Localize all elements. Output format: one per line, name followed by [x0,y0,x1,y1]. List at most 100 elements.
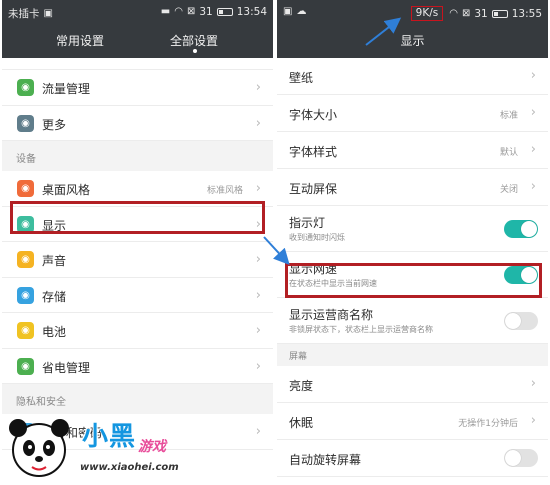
display-settings-list: 壁纸 › 字体大小 标准 › 字体样式 默认 › 互动屏保 关闭 › 指示灯 收到通知时闪烁 显示网… [277,58,548,477]
display-setting-label: 壁纸 [289,71,314,85]
right-screen: ▣ ☁ 9K/s ◠ ⊠ 31 13:55 显示 壁纸 › 字体大小 标准 › 字体样式 默… [277,0,548,485]
settings-row-value: 标准风格 [206,186,243,196]
indicator-light-label: 指示灯 [289,216,326,230]
settings-row-label: 显示 [42,218,67,233]
gallery-icon: ▣ [283,6,293,17]
chevron-right-icon: › [255,424,261,439]
settings-row[interactable]: ◉ 电池 › [2,313,273,349]
settings-row[interactable]: ◉ 声音 › [2,242,273,278]
settings-row[interactable]: ◉ 更多 › [2,105,273,141]
panda-logo-icon [9,419,69,477]
settings-row-label: 电池 [42,325,67,339]
display-setting-row[interactable]: 互动屏保 关闭 › [277,169,548,206]
wifi-icon: ◠ [449,7,458,19]
signal-text: 31 [199,6,213,18]
display-setting-label: 字体样式 [289,145,338,159]
netspeed-indicator: 9K/s [410,6,444,21]
storage-icon: ◉ [17,286,34,304]
display-setting-label: 休眠 [289,416,314,430]
active-tab-indicator [193,49,197,53]
section-privacy-label: 隐私和安全 [16,397,66,408]
tab-all-settings[interactable]: 全部设置 [170,32,218,49]
watermark-brand: 小黑 [82,422,137,452]
indicator-light-toggle[interactable] [504,220,538,238]
display-setting-row[interactable]: 字体大小 标准 › [277,95,548,132]
display-setting-label: 亮度 [289,379,314,393]
display-setting-row[interactable]: 壁纸 › [277,58,548,95]
sound-icon: ◉ [17,251,34,268]
display-setting-row[interactable]: 字体样式 默认 › [277,132,548,169]
chevron-right-icon: › [255,287,261,303]
watermark-sub: 游戏 [138,439,166,455]
chevron-right-icon: › [255,358,261,374]
clock: 13:54 [236,6,267,18]
display-setting-row[interactable]: 亮度 › [277,366,548,403]
display-icon: ◉ [17,215,34,233]
settings-row[interactable]: ◉ 桌面风格 标准风格 › [2,171,273,207]
auto-rotate-toggle[interactable] [504,449,538,467]
settings-row-label: 存储 [42,289,67,304]
auto-rotate-row[interactable]: 自动旋转屏幕 [277,440,548,477]
left-settings-list: ◉ 流量管理 › ◉ 更多 › 设备 ◉ 桌面风格 标准风格 › ◉ 显示 › ◉ 声音 › ◉ 存储 › ◉ 电池 › ◉ 省… [2,58,273,450]
show-netspeed-label: 显示网速 [289,262,338,276]
chevron-right-icon: › [255,252,261,267]
display-setting-label: 互动屏保 [289,182,338,196]
cloud-icon: ☁ [296,6,307,17]
chevron-right-icon: › [255,323,261,338]
left-status-bar: 未插卡 ▣ ▬ ◠ ⊠ 31 13:54 [2,0,273,24]
right-status-bar: ▣ ☁ 9K/s ◠ ⊠ 31 13:55 [277,0,548,24]
settings-row[interactable]: ◉ 存储 › [2,277,273,313]
display-setting-value: 默认 [499,148,518,158]
settings-row-label: 更多 [42,117,67,132]
settings-row-label: 声音 [42,254,67,268]
section-screen-label: 屏幕 [289,352,308,362]
signal-text: 31 [474,7,488,20]
settings-row-label: 省电管理 [42,360,91,375]
power-save-icon: ◉ [17,357,34,375]
left-header: 未插卡 ▣ ▬ ◠ ⊠ 31 13:54 常用设置 全部设置 [2,0,273,58]
show-netspeed-row[interactable]: 显示网速 在状态栏中显示当前网速 [277,252,548,298]
settings-row[interactable]: ◉ 省电管理 › [2,348,273,384]
settings-row[interactable]: ◉ 显示 › [2,206,273,242]
right-header: ▣ ☁ 9K/s ◠ ⊠ 31 13:55 显示 [277,0,548,58]
chevron-right-icon: › [530,376,536,391]
page-title: 显示 [400,34,425,48]
display-setting-value: 标准 [499,111,518,121]
show-carrier-toggle[interactable] [504,312,538,330]
auto-rotate-label: 自动旋转屏幕 [289,453,362,467]
sim-icon: ⊠ [461,7,471,19]
show-carrier-label: 显示运营商名称 [289,308,374,322]
carrier-text: 未插卡 [8,8,40,20]
site-watermark: 小黑 游戏 www.xiaohei.com [0,408,230,485]
show-netspeed-toggle[interactable] [504,266,538,284]
indicator-light-desc: 收到通知时闪烁 [289,233,345,242]
chevron-right-icon: › [255,80,261,95]
settings-row-label: 桌面风格 [42,183,91,197]
display-setting-row[interactable]: 休眠 无操作1分钟后 › [277,403,548,440]
chevron-right-icon: › [255,181,261,196]
notification-icon: ▬ [160,6,171,17]
chevron-right-icon: › [530,105,536,120]
chevron-right-icon: › [255,115,261,131]
section-screen: 屏幕 [277,344,548,366]
display-setting-value: 关闭 [499,185,518,195]
chevron-right-icon: › [530,413,536,428]
settings-row-label: 流量管理 [42,82,91,96]
indicator-light-row[interactable]: 指示灯 收到通知时闪烁 [277,206,548,252]
clock: 13:55 [511,7,542,20]
show-carrier-row[interactable]: 显示运营商名称 非锁屏状态下，状态栏上显示运营商名称 [277,298,548,344]
battery-icon [216,8,233,16]
watermark-url: www.xiaohei.com [80,462,179,473]
chevron-right-icon: › [530,142,536,157]
section-device-label: 设备 [16,154,36,165]
settings-row[interactable]: ◉ 流量管理 › [2,70,273,106]
traffic-icon: ◉ [17,79,34,96]
battery-icon: ◉ [17,322,34,339]
chevron-right-icon: › [255,216,261,232]
more-icon: ◉ [17,114,34,132]
tab-common-settings[interactable]: 常用设置 [56,32,104,49]
section-device: 设备 [2,141,273,171]
home-icon: ◉ [17,180,34,197]
battery-icon [491,9,508,18]
display-setting-value: 无操作1分钟后 [458,419,518,429]
